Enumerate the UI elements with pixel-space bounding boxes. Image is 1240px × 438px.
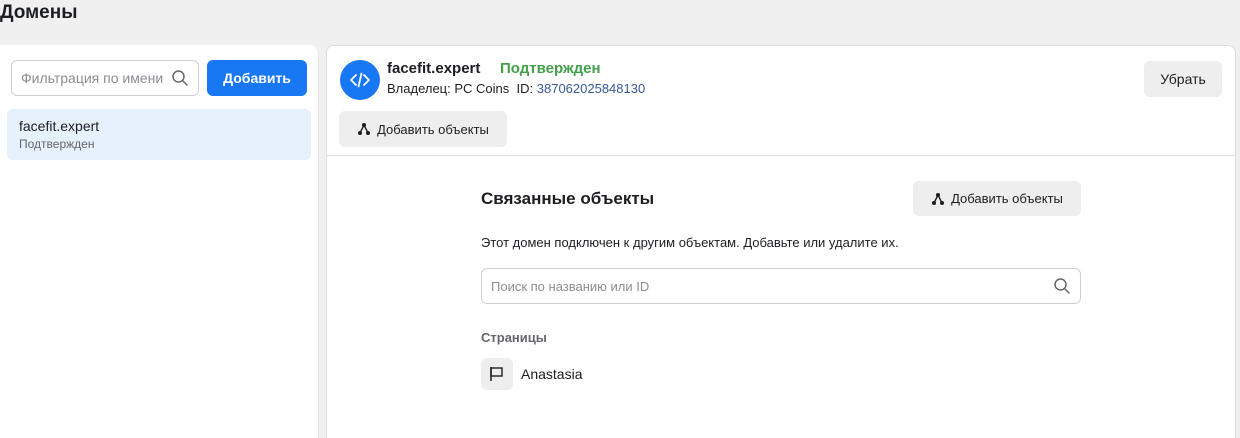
flag-icon bbox=[481, 358, 513, 390]
add-domain-button[interactable]: Добавить bbox=[207, 60, 307, 96]
linked-search-box[interactable] bbox=[481, 268, 1081, 304]
objects-icon bbox=[357, 122, 371, 136]
domains-sidebar: Добавить facefit.expert Подтвержден bbox=[0, 45, 319, 438]
owner-info: Владелец: PC Coins ID: 387062025848130 bbox=[387, 81, 645, 96]
domain-title: facefit.expert bbox=[387, 60, 481, 77]
add-objects-button[interactable]: Добавить объекты bbox=[339, 111, 507, 147]
linked-objects-description: Этот домен подключен к другим объектам. … bbox=[481, 235, 899, 250]
add-objects-label: Добавить объекты bbox=[377, 121, 489, 137]
id-label: ID: bbox=[516, 81, 534, 96]
page-title: Домены bbox=[0, 2, 78, 23]
list-item[interactable]: Anastasia bbox=[481, 358, 582, 390]
pages-heading: Страницы bbox=[481, 330, 547, 345]
add-linked-objects-button[interactable]: Добавить объекты bbox=[913, 181, 1081, 216]
id-value: 387062025848130 bbox=[536, 81, 646, 96]
search-icon[interactable] bbox=[1053, 277, 1071, 295]
domain-item-status: Подтвержден bbox=[19, 137, 95, 151]
status-badge: Подтвержден bbox=[500, 60, 601, 77]
domain-detail-panel: facefit.expert Подтвержден Владелец: PC … bbox=[326, 45, 1236, 438]
page-name: Anastasia bbox=[521, 366, 583, 382]
linked-objects-title: Связанные объекты bbox=[481, 189, 655, 208]
owner-label: Владелец: PC Coins bbox=[387, 81, 510, 96]
domain-item-name: facefit.expert bbox=[19, 118, 100, 134]
search-icon[interactable] bbox=[171, 69, 189, 87]
detail-header: facefit.expert Подтвержден Владелец: PC … bbox=[327, 46, 1235, 156]
filter-input[interactable] bbox=[21, 70, 171, 86]
add-linked-objects-label: Добавить объекты bbox=[951, 191, 1063, 206]
linked-search-input[interactable] bbox=[491, 278, 1053, 294]
objects-icon bbox=[931, 192, 945, 206]
domain-list-item[interactable]: facefit.expert Подтвержден bbox=[7, 109, 311, 160]
code-icon bbox=[340, 60, 380, 100]
filter-box[interactable] bbox=[11, 60, 199, 96]
remove-button[interactable]: Убрать bbox=[1144, 61, 1222, 97]
